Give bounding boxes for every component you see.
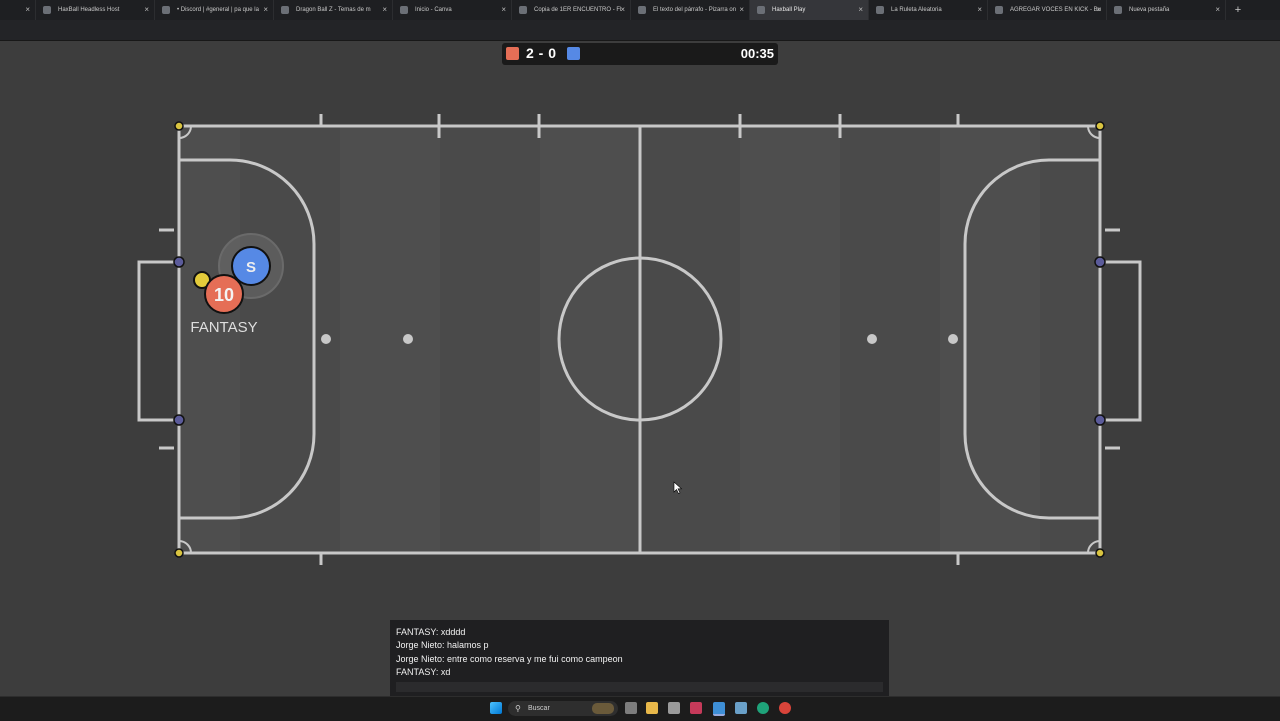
tab-favicon-icon (281, 6, 289, 14)
tab-favicon-icon (638, 6, 646, 14)
windows-icon[interactable] (490, 702, 502, 714)
chrome-icon[interactable] (779, 702, 791, 714)
tab-close-icon[interactable]: × (858, 0, 863, 20)
new-tab-button[interactable]: + (1226, 0, 1250, 20)
blue-team-indicator (567, 47, 580, 60)
tab-favicon-icon (757, 6, 765, 14)
search-icon: ⚲ (515, 704, 521, 713)
tab-title: Haxball Play (772, 7, 806, 13)
taskbar-search-label: Buscar (528, 705, 550, 712)
browser-tab[interactable]: Copia de 1ER ENCUENTRO - Fl × (512, 0, 631, 20)
tab-title: AGREGAR VOCES EN KICK - Bu (1010, 7, 1102, 13)
tiktok-icon[interactable] (690, 702, 702, 714)
game-viewport[interactable]: S 10 FANTASY 2 - 0 00:35 (0, 41, 1280, 696)
browser-tab[interactable]: Nueva pestaña × (1107, 0, 1226, 20)
match-timer: 00:35 (740, 46, 774, 61)
chat-input[interactable] (396, 682, 883, 692)
tab-favicon-icon (162, 6, 170, 14)
red-player-avatar: 10 (214, 285, 234, 305)
tab-title: HaxBall Headless Host (58, 7, 120, 13)
chat-message: Jorge Nieto: entre como reserva y me fui… (396, 653, 623, 664)
task-view-icon[interactable] (625, 702, 637, 714)
right-goal-net (1100, 260, 1142, 422)
search-highlight-icon (592, 703, 614, 714)
tab-favicon-icon (43, 6, 51, 14)
tab-close-icon[interactable]: × (144, 0, 149, 20)
chat-message: FANTASY: xd (396, 667, 451, 678)
futsal-pitch: S 10 FANTASY (137, 114, 1142, 565)
tab-close-icon[interactable]: × (739, 0, 744, 20)
browser-tab[interactable]: La Ruleta Aleatoria × (869, 0, 988, 20)
tab-close-icon[interactable]: × (25, 0, 30, 20)
red-team-indicator (506, 47, 519, 60)
blue-player-avatar: S (246, 259, 256, 276)
tab-close-icon[interactable]: × (382, 0, 387, 20)
browser-tab[interactable]: Inicio - Canva × (393, 0, 512, 20)
taskbar-search[interactable]: ⚲ Buscar (508, 701, 618, 716)
tab-favicon-icon (400, 6, 408, 14)
notepad-icon[interactable] (735, 702, 747, 714)
tab-favicon-icon (876, 6, 884, 14)
tab-close-icon[interactable]: × (1215, 0, 1220, 20)
tab-favicon-icon (995, 6, 1003, 14)
tab-title: El texto del párrafo - Pizarra on (653, 7, 737, 13)
chat-message: Jorge Nieto: halamos p (396, 640, 489, 651)
browser-tab[interactable]: El texto del párrafo - Pizarra on × (631, 0, 750, 20)
chat-box: FANTASY: xdddd Jorge Nieto: halamos p Jo… (390, 620, 889, 696)
tab-close-icon[interactable]: × (977, 0, 982, 20)
touchline-ticks-bottom (319, 553, 960, 565)
chat-message: FANTASY: xdddd (396, 627, 466, 637)
left-goal-net (137, 260, 179, 422)
tab-title: Copia de 1ER ENCUENTRO - Fl (534, 7, 622, 13)
browser-tab[interactable]: × (0, 0, 36, 20)
browser-toolbar (0, 20, 1280, 41)
tab-title: • Discord | #general | pa que la (177, 7, 259, 13)
tab-close-icon[interactable]: × (620, 0, 625, 20)
file-explorer-icon[interactable] (646, 702, 658, 714)
tab-title: Nueva pestaña (1129, 7, 1170, 13)
scoreboard: 2 - 0 00:35 (502, 43, 778, 65)
tab-title: Inicio - Canva (415, 7, 452, 13)
red-player-name: FANTASY (190, 319, 257, 336)
browser-tab-strip: × HaxBall Headless Host × • Discord | #gene… (0, 0, 1280, 20)
browser-tab[interactable]: Dragon Ball Z - Temas de m × (274, 0, 393, 20)
tab-favicon-icon (519, 6, 527, 14)
browser-tab[interactable]: • Discord | #general | pa que la × (155, 0, 274, 20)
browser-tab[interactable]: Haxball Play × (750, 0, 869, 20)
score: 2 - 0 (526, 45, 557, 61)
app-icon[interactable] (668, 702, 680, 714)
tab-close-icon[interactable]: × (501, 0, 506, 20)
tab-close-icon[interactable]: × (1096, 0, 1101, 20)
tab-title: La Ruleta Aleatoria (891, 7, 942, 13)
tab-title: Dragon Ball Z - Temas de m (296, 7, 371, 13)
browser-tab[interactable]: HaxBall Headless Host × (36, 0, 155, 20)
windows-taskbar: ⚲ Buscar (0, 696, 1280, 721)
tab-favicon-icon (1114, 6, 1122, 14)
tab-close-icon[interactable]: × (263, 0, 268, 20)
browser-icon[interactable] (713, 702, 725, 716)
edge-icon[interactable] (757, 702, 769, 714)
browser-tab[interactable]: AGREGAR VOCES EN KICK - Bu × (988, 0, 1107, 20)
